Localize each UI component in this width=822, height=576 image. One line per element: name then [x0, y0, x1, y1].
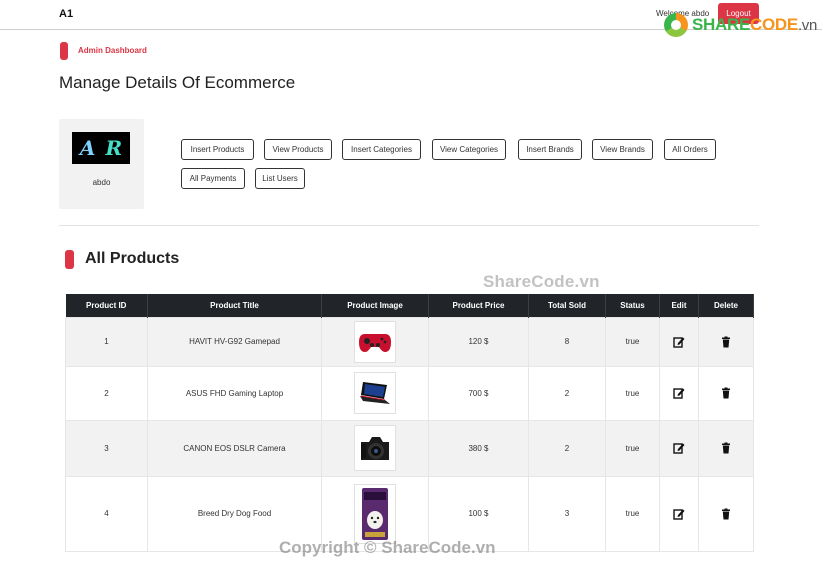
watermark-share: SHARE	[692, 15, 751, 34]
insert-products-button[interactable]: Insert Products	[181, 139, 254, 160]
product-id: 2	[65, 365, 148, 421]
products-table: Product ID Product Title Product Image P…	[65, 294, 754, 552]
sharecode-logo-icon	[664, 13, 688, 37]
sharecode-copyright-watermark: Copyright © ShareCode.vn	[279, 538, 496, 557]
all-orders-button[interactable]: All Orders	[664, 139, 716, 160]
product-status: true	[605, 365, 660, 421]
admin-dashboard-label: Admin Dashboard	[78, 46, 147, 55]
product-status: true	[605, 475, 660, 552]
product-id: 1	[65, 316, 148, 367]
divider	[59, 225, 759, 226]
edit-icon[interactable]	[673, 387, 685, 399]
product-sold: 3	[528, 475, 606, 552]
col-header-edit: Edit	[659, 294, 699, 317]
avatar: A R	[72, 132, 130, 164]
col-header-total-sold: Total Sold	[528, 294, 606, 317]
col-header-status: Status	[605, 294, 660, 317]
trash-icon[interactable]	[720, 442, 732, 454]
product-id: 4	[65, 475, 148, 552]
laptop-image	[354, 372, 396, 414]
col-header-delete: Delete	[698, 294, 754, 317]
profile-card: A R abdo	[59, 119, 144, 209]
all-payments-button[interactable]: All Payments	[181, 168, 245, 189]
col-header-product-price: Product Price	[428, 294, 529, 317]
table-row: 2 ASUS FHD Gaming Laptop 700 $ 2 true	[65, 365, 754, 421]
product-sold: 8	[528, 316, 606, 367]
insert-brands-button[interactable]: Insert Brands	[518, 139, 582, 160]
product-price: 120 $	[428, 316, 529, 367]
edit-icon[interactable]	[673, 336, 685, 348]
table-row: 1 HAVIT HV-G92 Gamepad 120 $ 8 true	[65, 316, 754, 367]
col-header-product-id: Product ID	[65, 294, 148, 317]
product-sold: 2	[528, 365, 606, 421]
view-categories-button[interactable]: View Categories	[432, 139, 506, 160]
camera-image	[354, 425, 396, 471]
trash-icon[interactable]	[720, 387, 732, 399]
product-sold: 2	[528, 419, 606, 477]
sharecode-watermark-logo: SHARECODE.vn	[664, 10, 817, 40]
product-title: CANON EOS DSLR Camera	[147, 419, 322, 477]
product-title: ASUS FHD Gaming Laptop	[147, 365, 322, 421]
product-price: 700 $	[428, 365, 529, 421]
view-products-button[interactable]: View Products	[264, 139, 332, 160]
product-status: true	[605, 316, 660, 367]
watermark-domain: .vn	[797, 17, 818, 34]
product-price: 380 $	[428, 419, 529, 477]
dashboard-accent-bar	[60, 42, 68, 60]
avatar-letter-r: R	[105, 136, 123, 160]
sharecode-watermark-center: ShareCode.vn	[483, 272, 600, 291]
table-header-row: Product ID Product Title Product Image P…	[65, 294, 754, 317]
edit-icon[interactable]	[673, 442, 685, 454]
gamepad-image	[354, 320, 396, 363]
product-id: 3	[65, 419, 148, 477]
col-header-product-image: Product Image	[321, 294, 429, 317]
table-row: 3 CANON EOS DSLR Camera 380 $ 2 true	[65, 419, 754, 477]
product-status: true	[605, 419, 660, 477]
watermark-code: CODE	[750, 15, 798, 34]
edit-icon[interactable]	[673, 508, 685, 520]
brand-logo[interactable]: A1	[59, 8, 73, 20]
dog-food-image	[354, 483, 396, 544]
product-title: HAVIT HV-G92 Gamepad	[147, 316, 322, 367]
products-accent-bar	[65, 250, 74, 269]
trash-icon[interactable]	[720, 336, 732, 348]
page-title: Manage Details Of Ecommerce	[59, 73, 296, 92]
view-brands-button[interactable]: View Brands	[592, 139, 653, 160]
col-header-product-title: Product Title	[147, 294, 322, 317]
avatar-letter-a: A	[79, 136, 96, 160]
all-products-title: All Products	[85, 250, 180, 267]
trash-icon[interactable]	[720, 508, 732, 520]
list-users-button[interactable]: List Users	[255, 168, 305, 189]
username: abdo	[92, 178, 111, 187]
insert-categories-button[interactable]: Insert Categories	[342, 139, 421, 160]
